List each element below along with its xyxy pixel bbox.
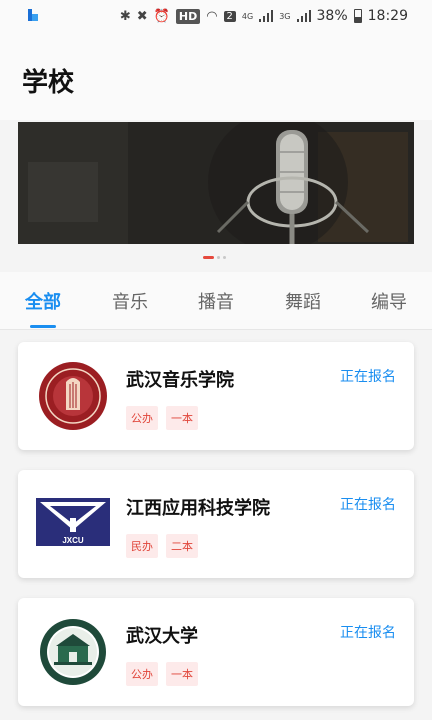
tag-ownership: 民办 [126,534,158,558]
page-title: 学校 [22,68,75,98]
school-name: 武汉音乐学院 [126,370,234,391]
tab-dance[interactable]: 舞蹈 [285,288,321,314]
school-logo [39,362,107,430]
bluetooth-icon: ✱ [119,8,131,24]
enrollment-status[interactable]: 正在报名 [340,622,396,642]
carousel-dot[interactable] [223,256,226,259]
hd-badge: HD [175,8,201,24]
tag-tier: 二本 [166,534,198,558]
mute-icon: ✖ [136,8,148,24]
microphone-image [18,122,414,244]
school-name: 武汉大学 [126,626,198,647]
tab-music[interactable]: 音乐 [112,288,148,314]
enrollment-status[interactable]: 正在报名 [340,494,396,514]
tab-broadcasting[interactable]: 播音 [198,288,234,314]
network-4g-label: 4G [241,11,254,21]
tag-ownership: 公办 [126,406,158,430]
header: 学校 [0,32,432,120]
school-tags: 民办 二本 [126,534,198,558]
banner-carousel[interactable] [18,122,414,244]
app-notification-icon [28,9,38,21]
school-card[interactable]: 武汉大学 正在报名 公办 一本 [18,598,414,706]
signal-icon [259,10,274,22]
battery-percent: 38% [316,8,348,24]
signal-icon-2 [296,10,311,22]
school-card[interactable]: JXCU 江西应用科技学院 正在报名 民办 二本 [18,470,414,578]
school-tags: 公办 一本 [126,662,198,686]
tab-directing[interactable]: 编导 [371,288,407,314]
battery-icon [353,9,362,23]
tab-all[interactable]: 全部 [25,288,61,314]
enrollment-status[interactable]: 正在报名 [340,366,396,386]
carousel-indicator [203,256,226,259]
school-card[interactable]: 武汉音乐学院 正在报名 公办 一本 [18,342,414,450]
jxcu-logo-text: JXCU [62,536,84,545]
tag-tier: 一本 [166,406,198,430]
school-logo [40,619,106,685]
school-name: 江西应用科技学院 [126,498,270,519]
tag-ownership: 公办 [126,662,158,686]
school-tags: 公办 一本 [126,406,198,430]
wifi-icon: ◠ [206,8,218,24]
alarm-icon: ⏰ [153,8,170,24]
category-tabs: 全部 音乐 播音 舞蹈 编导 [0,272,432,330]
carousel-dot[interactable] [203,256,214,259]
active-tab-indicator [30,325,56,328]
clock: 18:29 [367,8,408,24]
sim-badge: 2 [223,10,236,22]
school-logo: JXCU [36,498,110,546]
status-bar: ✱ ✖ ⏰ HD ◠ 2 4G 3G 38% 18:29 [0,0,432,32]
network-3g-label: 3G [279,11,291,21]
tag-tier: 一本 [166,662,198,686]
carousel-dot[interactable] [217,256,220,259]
